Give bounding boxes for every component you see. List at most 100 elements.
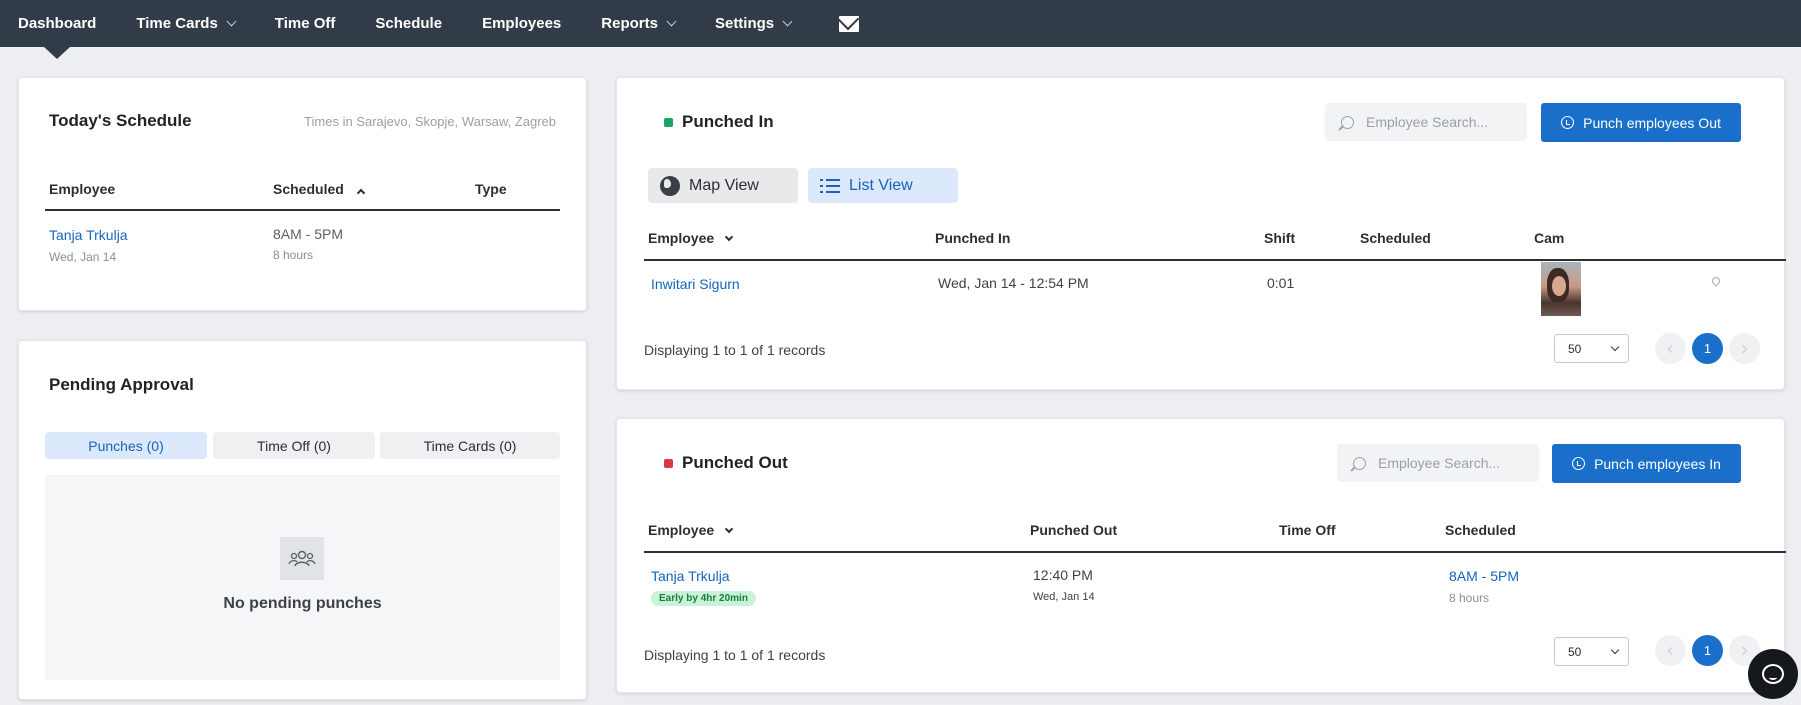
button-label: Map View — [689, 176, 759, 194]
pagination-page-current[interactable]: 1 — [1692, 333, 1723, 364]
employee-link[interactable]: Tanja Trkulja — [651, 568, 730, 584]
page-size-select[interactable]: 50 — [1554, 637, 1629, 666]
active-nav-indicator — [44, 47, 70, 59]
table-header-divider — [644, 551, 1786, 553]
column-label: Employee — [648, 230, 715, 246]
employee-link[interactable]: Inwitari Sigurn — [651, 276, 740, 292]
button-label: List View — [849, 176, 913, 194]
chevron-left-icon — [1667, 646, 1677, 655]
chevron-down-icon — [666, 16, 677, 27]
chevron-down-icon — [724, 232, 734, 242]
tab-punches[interactable]: Punches (0) — [45, 432, 207, 459]
scheduled-hours: 8 hours — [1449, 591, 1490, 605]
camera-photo[interactable] — [1541, 262, 1581, 316]
status-dot-red — [664, 459, 673, 468]
empty-state-text: No pending punches — [223, 595, 382, 612]
card-title: Pending Approval — [49, 375, 194, 394]
column-header-type[interactable]: Type — [475, 181, 507, 197]
pagination-prev[interactable] — [1655, 333, 1686, 364]
employee-search-input[interactable] — [1378, 455, 1538, 471]
column-header-punched-out[interactable]: Punched Out — [1030, 522, 1117, 538]
tab-time-cards[interactable]: Time Cards (0) — [380, 432, 560, 459]
column-header-punched-in[interactable]: Punched In — [935, 230, 1010, 246]
chevron-left-icon — [1667, 344, 1677, 353]
top-nav: Dashboard Time Cards Time Off Schedule E… — [0, 0, 1801, 47]
punched-in-card: Punched In Punch employees Out Map View … — [616, 77, 1786, 390]
clock-icon — [1572, 457, 1586, 470]
column-header-time-off[interactable]: Time Off — [1279, 522, 1336, 538]
tab-time-off[interactable]: Time Off (0) — [213, 432, 375, 459]
clock-icon — [1561, 116, 1575, 129]
timezone-note: Times in Sarajevo, Skopje, Warsaw, Zagre… — [304, 114, 556, 129]
nav-label: Dashboard — [18, 15, 97, 32]
chevron-down-icon — [1610, 342, 1620, 352]
chevron-right-icon — [1738, 344, 1748, 353]
column-header-employee[interactable]: Employee — [49, 181, 115, 197]
page-size-value: 50 — [1568, 644, 1582, 659]
records-count: Displaying 1 to 1 of 1 records — [644, 342, 826, 358]
column-header-employee[interactable]: Employee — [648, 522, 734, 538]
card-title: Today's Schedule — [49, 111, 192, 130]
card-title: Punched In — [682, 112, 774, 131]
chevron-down-icon — [1610, 645, 1620, 655]
pagination-next[interactable] — [1729, 333, 1760, 364]
shift-duration: 0:01 — [1267, 275, 1295, 291]
page-size-select[interactable]: 50 — [1554, 334, 1629, 363]
globe-icon — [660, 175, 680, 196]
employee-link[interactable]: Tanja Trkulja — [49, 227, 128, 243]
location-pin-icon[interactable] — [1710, 275, 1722, 287]
schedule-date: Wed, Jan 14 — [49, 250, 117, 264]
employee-search[interactable] — [1325, 103, 1527, 141]
column-header-cam: Cam — [1534, 230, 1565, 246]
column-header-scheduled[interactable]: Scheduled — [1360, 230, 1431, 246]
map-view-button[interactable]: Map View — [648, 168, 798, 203]
empty-state: No pending punches — [45, 475, 560, 680]
column-header-scheduled[interactable]: Scheduled — [273, 181, 366, 198]
nav-messages[interactable] — [811, 0, 879, 47]
button-label: Punch employees In — [1594, 455, 1721, 472]
employee-search-input[interactable] — [1366, 114, 1526, 130]
chevron-down-icon — [724, 524, 734, 534]
nav-employees[interactable]: Employees — [462, 0, 581, 47]
envelope-icon — [839, 15, 860, 32]
chat-icon — [1762, 664, 1784, 684]
punched-out-card: Punched Out Punch employees In Employee … — [616, 418, 1786, 693]
nav-dashboard[interactable]: Dashboard — [0, 0, 116, 47]
nav-label: Time Cards — [136, 15, 218, 32]
todays-schedule-card: Today's Schedule Times in Sarajevo, Skop… — [18, 77, 587, 311]
employee-search[interactable] — [1337, 444, 1539, 482]
nav-label: Time Off — [274, 15, 336, 32]
punch-employees-out-button[interactable]: Punch employees Out — [1541, 103, 1741, 142]
pending-approval-card: Pending Approval Punches (0) Time Off (0… — [18, 340, 587, 700]
nav-reports[interactable]: Reports — [581, 0, 695, 47]
search-icon — [1353, 456, 1366, 470]
chevron-down-icon — [782, 16, 793, 27]
column-header-shift[interactable]: Shift — [1264, 230, 1295, 246]
sort-ascending-icon — [356, 188, 366, 198]
nav-settings[interactable]: Settings — [695, 0, 811, 47]
column-header-employee[interactable]: Employee — [648, 230, 734, 246]
table-header-divider — [45, 209, 560, 211]
nav-time-off[interactable]: Time Off — [255, 0, 356, 47]
table-header-divider — [644, 259, 1786, 261]
punched-out-date: Wed, Jan 14 — [1033, 591, 1095, 603]
search-icon — [1341, 115, 1354, 129]
chat-widget-button[interactable] — [1748, 649, 1798, 699]
column-header-scheduled[interactable]: Scheduled — [1445, 522, 1516, 538]
column-label: Type — [475, 181, 507, 197]
nav-label: Schedule — [375, 15, 443, 32]
early-badge: Early by 4hr 20min — [651, 591, 756, 606]
nav-label: Employees — [482, 15, 562, 32]
nav-time-cards[interactable]: Time Cards — [116, 0, 254, 47]
pagination-prev[interactable] — [1655, 635, 1686, 666]
punch-employees-in-button[interactable]: Punch employees In — [1552, 444, 1741, 483]
punched-in-time: Wed, Jan 14 - 12:54 PM — [938, 275, 1089, 291]
nav-label: Settings — [714, 15, 775, 32]
list-view-button[interactable]: List View — [808, 168, 958, 203]
people-icon — [280, 537, 324, 580]
pagination-page-current[interactable]: 1 — [1692, 635, 1723, 666]
nav-schedule[interactable]: Schedule — [355, 0, 462, 47]
column-label: Employee — [49, 181, 116, 197]
scheduled-shift-link[interactable]: 8AM - 5PM — [1449, 568, 1519, 584]
punched-out-time: 12:40 PM — [1033, 567, 1093, 583]
